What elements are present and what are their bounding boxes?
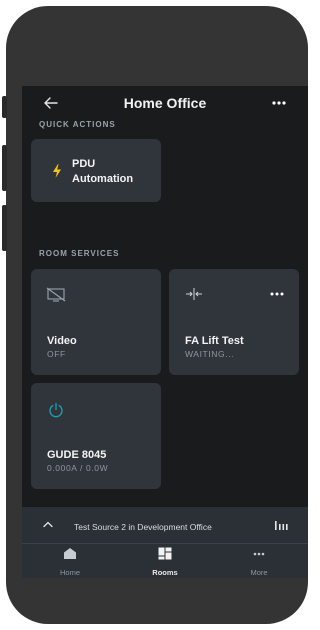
nav-item-home[interactable]: Home xyxy=(30,547,110,577)
home-icon xyxy=(64,548,76,559)
service-tile-name: FA Lift Test xyxy=(185,335,244,347)
nav-label: More xyxy=(250,568,268,577)
service-tile-name: Video xyxy=(47,335,77,347)
power-icon xyxy=(49,402,63,418)
quick-action-name-line1: PDU xyxy=(72,158,96,170)
more-horizontal-icon[interactable] xyxy=(270,96,288,110)
rooms-grid-icon xyxy=(158,547,172,560)
quick-actions-label: QUICK ACTIONS xyxy=(39,120,116,129)
quick-action-name-line2: Automation xyxy=(72,173,134,185)
app-header: Home Office xyxy=(22,86,308,124)
now-playing-text: Test Source 2 in Development Office xyxy=(74,522,212,532)
service-tile-status: OFF xyxy=(47,349,66,359)
room-services-label: ROOM SERVICES xyxy=(39,249,120,258)
nav-label: Rooms xyxy=(152,568,178,577)
more-horizontal-icon[interactable] xyxy=(269,288,285,300)
display-off-icon xyxy=(46,287,66,302)
nav-item-more[interactable]: More xyxy=(219,547,299,577)
chevron-up-icon[interactable] xyxy=(42,520,54,528)
quick-action-pdu-automation[interactable]: PDU Automation xyxy=(31,139,161,202)
page-title: Home Office xyxy=(123,95,207,111)
service-tile-video[interactable]: Video OFF xyxy=(31,269,161,375)
more-horizontal-icon xyxy=(253,552,265,556)
bottom-panel: Test Source 2 in Development Office Home xyxy=(22,507,308,578)
service-tile-fa-lift-test[interactable]: FA Lift Test WAITING... xyxy=(169,269,299,375)
service-tile-status: 0.000A / 0.0W xyxy=(47,463,109,473)
now-playing-bar[interactable]: Test Source 2 in Development Office xyxy=(22,507,308,544)
phone-side-button xyxy=(2,96,7,118)
phone-side-button xyxy=(2,145,7,191)
arrow-left-icon[interactable] xyxy=(42,94,60,112)
nav-label: Home xyxy=(59,568,80,577)
app-screen: Home Office QUICK ACTIONS PDU Automation… xyxy=(22,86,308,578)
nav-item-rooms[interactable]: Rooms xyxy=(125,547,205,577)
collapse-arrows-icon xyxy=(186,288,202,300)
service-tile-name: GUDE 8045 xyxy=(47,449,107,461)
phone-side-button xyxy=(2,205,7,251)
service-tile-status: WAITING... xyxy=(185,349,235,359)
service-tile-gude-8045[interactable]: GUDE 8045 0.000A / 0.0W xyxy=(31,383,161,489)
phone-frame: Home Office QUICK ACTIONS PDU Automation… xyxy=(6,6,308,624)
audio-levels-icon[interactable] xyxy=(274,520,288,530)
lightning-bolt-icon xyxy=(53,164,61,178)
